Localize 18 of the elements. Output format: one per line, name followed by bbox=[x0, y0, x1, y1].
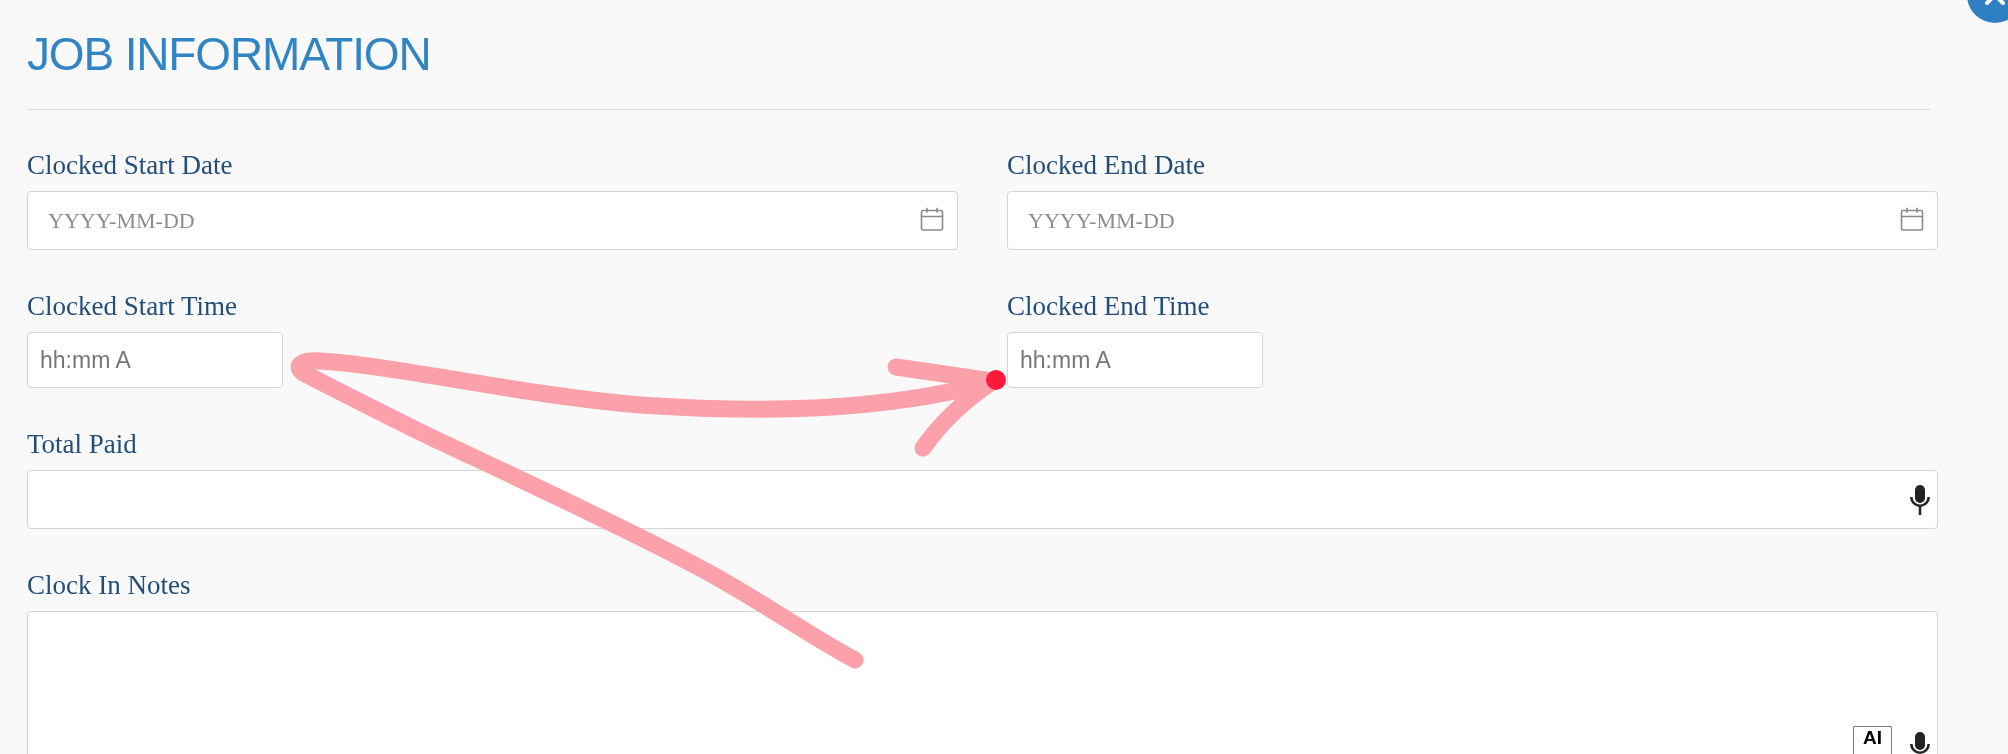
section-title: JOB INFORMATION bbox=[27, 31, 431, 77]
calendar-icon[interactable] bbox=[1900, 207, 1924, 231]
time-input[interactable]: hh:mm A bbox=[27, 332, 283, 388]
time-input[interactable]: hh:mm A bbox=[1007, 332, 1263, 388]
field-label: Clocked Start Time bbox=[27, 290, 237, 322]
marker-dot-icon bbox=[986, 370, 1006, 390]
field-label: Clock In Notes bbox=[27, 569, 191, 601]
calendar-icon[interactable] bbox=[920, 207, 944, 231]
date-input[interactable]: YYYY-MM-DD bbox=[27, 191, 958, 250]
field-label: Clocked End Time bbox=[1007, 290, 1210, 322]
field-label: Clocked Start Date bbox=[27, 149, 233, 181]
date-input[interactable]: YYYY-MM-DD bbox=[1007, 191, 1938, 250]
microphone-icon[interactable] bbox=[1909, 485, 1931, 515]
microphone-icon[interactable] bbox=[1909, 732, 1931, 754]
ai-assist-button[interactable]: AI bbox=[1853, 726, 1892, 754]
text-input[interactable] bbox=[27, 470, 1938, 529]
field-label: Total Paid bbox=[27, 428, 137, 460]
field-label: Clocked End Date bbox=[1007, 149, 1205, 181]
